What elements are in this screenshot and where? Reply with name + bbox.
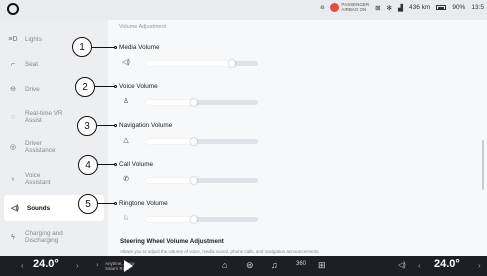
callout-leader-dot xyxy=(114,201,117,205)
sidebar-item-label: Sounds xyxy=(27,204,51,212)
call-volume-label: Call Volume xyxy=(119,161,154,168)
callout-leader-dot xyxy=(114,162,117,166)
callout-leader-dot xyxy=(114,45,117,49)
panel-scrollbar[interactable] xyxy=(482,140,484,190)
voice-assistant-icon: ♁ xyxy=(10,175,16,183)
slider-knob[interactable] xyxy=(191,99,198,106)
steering-wheel-icon: ⊖ xyxy=(10,86,16,93)
home-icon[interactable]: ⌂ xyxy=(222,260,227,270)
slider-track[interactable] xyxy=(146,177,258,184)
sidebar-item-label: Charging and Discharging xyxy=(25,230,63,244)
play-icon[interactable] xyxy=(124,260,133,272)
battery-icon xyxy=(436,5,447,11)
signal-icon: ▟ xyxy=(398,4,403,12)
navigation-volume-label: Navigation Volume xyxy=(119,122,173,129)
right-temp-up-icon[interactable]: › xyxy=(478,261,481,270)
ringtone-volume-slider[interactable]: ♘ xyxy=(120,213,260,225)
callout-leader xyxy=(95,86,116,87)
slider-knob[interactable] xyxy=(191,177,198,184)
bluetooth-icon: ✻ xyxy=(386,4,392,12)
slider-track[interactable] xyxy=(146,99,258,106)
steering-wheel-volume-title: Steering Wheel Volume Adjustment xyxy=(120,238,224,245)
media-volume-slider[interactable]: ◁) xyxy=(120,57,260,69)
sidebar-item-label: Seat xyxy=(25,60,38,68)
steering-wheel-volume-desc: Allows you to adjust the volume of voice… xyxy=(120,249,320,254)
right-temperature[interactable]: 24.0° xyxy=(434,258,460,270)
bell-icon: ♘ xyxy=(122,215,130,222)
callout-1: 1 xyxy=(72,37,92,57)
slider-track[interactable] xyxy=(146,216,258,223)
camera-off-icon: ⊠ xyxy=(375,4,381,12)
callout-leader-dot xyxy=(114,123,117,127)
navigation-icon: △ xyxy=(123,137,129,144)
slider-knob[interactable] xyxy=(229,60,236,67)
callout-leader xyxy=(92,47,116,48)
voice-icon: ♙ xyxy=(122,98,130,105)
status-bar: ⍝ PASSENGER AIRBAG ON ⊠ ✻ ▟ 436 km 90% 1… xyxy=(0,0,487,20)
car-icon[interactable]: ⊜ xyxy=(246,260,254,271)
sidebar-item-label: Driver Assistance xyxy=(25,140,56,154)
apps-grid-icon[interactable]: ⊞ xyxy=(318,260,326,271)
seat-icon: ⌐ xyxy=(10,60,16,68)
left-temp-up-icon[interactable]: › xyxy=(76,261,79,270)
speaker-icon: ◁) xyxy=(11,205,19,212)
status-icons: ⍝ PASSENGER AIRBAG ON ⊠ ✻ ▟ 436 km 90% 1… xyxy=(320,2,484,13)
slider-track[interactable] xyxy=(146,60,258,67)
navigation-volume-slider[interactable]: △ xyxy=(120,135,260,147)
driver-assist-icon: ◎ xyxy=(9,144,17,151)
callout-5: 5 xyxy=(78,194,98,214)
settings-sidebar: ≡D Lights ⌐ Seat ⊖ Drive ◌ Real-time VR … xyxy=(0,20,108,256)
music-note-icon: ♪ xyxy=(96,262,99,268)
callout-3: 3 xyxy=(77,116,97,136)
airbag-indicator: PASSENGER AIRBAG ON xyxy=(330,2,369,13)
slider-track[interactable] xyxy=(146,138,258,145)
vr-assist-icon: ◌ xyxy=(10,113,16,121)
sidebar-item-label: Lights xyxy=(25,35,42,43)
callout-leader-dot xyxy=(114,84,117,88)
sidebar-item-seat[interactable]: ⌐ Seat xyxy=(0,51,108,77)
phone-icon: ✆ xyxy=(123,176,129,183)
left-temperature[interactable]: 24.0° xyxy=(33,258,59,270)
battery-text: 90% xyxy=(452,4,466,12)
left-temp-down-icon[interactable]: ‹ xyxy=(21,261,24,270)
section-title: Volume Adjustment xyxy=(119,24,167,30)
clock: 13:5 xyxy=(471,4,484,12)
slider-knob[interactable] xyxy=(191,138,198,145)
lights-icon: ≡D xyxy=(8,35,18,43)
callout-2: 2 xyxy=(75,77,95,97)
airbag-line2: AIRBAG ON xyxy=(341,6,367,12)
slider-knob[interactable] xyxy=(191,216,198,223)
voice-volume-label: Voice Volume xyxy=(119,83,158,90)
right-temp-down-icon[interactable]: ‹ xyxy=(418,261,421,270)
bell-icon: ⍝ xyxy=(320,3,325,11)
360-view-icon[interactable]: 360 xyxy=(296,261,306,267)
range-text: 436 km xyxy=(409,4,431,12)
sidebar-item-label: Drive xyxy=(25,85,40,93)
sounds-panel: Volume Adjustment Media Volume ◁) Voice … xyxy=(108,20,487,256)
media-volume-label: Media Volume xyxy=(119,44,160,51)
brand-logo xyxy=(7,3,19,15)
volume-icon[interactable]: ◁) xyxy=(398,261,406,269)
sidebar-item-label: Real-time VR Assist xyxy=(25,110,63,124)
call-volume-slider[interactable]: ✆ xyxy=(120,174,260,186)
charging-icon: ϟ xyxy=(11,233,15,241)
voice-volume-slider[interactable]: ♙ xyxy=(120,96,260,108)
sidebar-item-charging[interactable]: ϟ Charging and Discharging xyxy=(0,224,108,250)
sidebar-item-label: Voice Assistant xyxy=(25,172,51,186)
music-icon[interactable]: ♫ xyxy=(271,260,278,270)
airbag-icon xyxy=(330,3,340,13)
speaker-icon: ◁) xyxy=(122,59,130,66)
bottom-dock: ‹ 24.0° › ♪ Anytime, Anyw Saturn Ridd ⌂ … xyxy=(0,256,487,276)
callout-4: 4 xyxy=(78,155,98,175)
ringtone-volume-label: Ringtone Volume xyxy=(119,200,168,207)
